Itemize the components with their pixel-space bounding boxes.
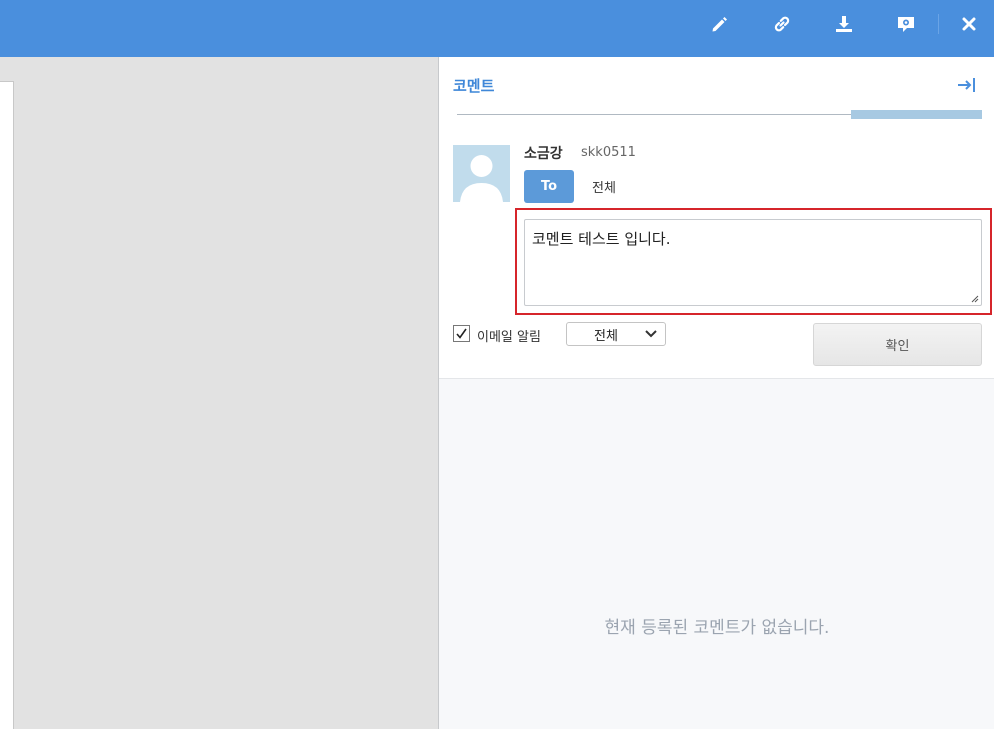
author-name: 소금강 [524, 146, 563, 162]
close-icon[interactable] [954, 9, 984, 39]
comment-input-text: 코멘트 테스트 입니다. [532, 230, 671, 248]
email-notify-label: 이메일 알림 [477, 330, 541, 345]
to-button[interactable]: To [524, 170, 574, 203]
comment-panel: 코멘트 소금강 skk0511 To 전체 코멘트 테스트 입니다. 이메일 알… [438, 57, 994, 729]
to-target-label: 전체 [592, 181, 616, 196]
top-toolbar [0, 0, 994, 57]
email-notify-checkbox[interactable] [453, 325, 470, 342]
recipient-select[interactable]: 전체 [566, 322, 666, 346]
toolbar-divider [938, 14, 939, 34]
panel-title: 코멘트 [453, 77, 495, 95]
author-id: skk0511 [581, 145, 636, 160]
recipient-select-value: 전체 [594, 328, 618, 344]
chevron-down-icon [645, 330, 657, 338]
collapse-panel-icon[interactable] [955, 74, 979, 96]
download-icon[interactable] [829, 9, 859, 39]
checkmark-icon [456, 328, 467, 339]
empty-comments-message: 현재 등록된 코멘트가 없습니다. [604, 618, 830, 638]
pencil-icon[interactable] [704, 9, 734, 39]
comment-compose-section: 코멘트 소금강 skk0511 To 전체 코멘트 테스트 입니다. 이메일 알… [439, 57, 994, 379]
resize-grip-icon[interactable] [970, 294, 979, 303]
document-viewer [0, 57, 439, 729]
avatar [453, 145, 510, 202]
document-page [0, 81, 14, 729]
title-indicator-bar [851, 110, 982, 119]
confirm-button[interactable]: 확인 [813, 323, 982, 366]
comment-settings-icon[interactable] [891, 9, 921, 39]
comment-input[interactable]: 코멘트 테스트 입니다. [524, 219, 982, 306]
link-icon[interactable] [767, 9, 797, 39]
